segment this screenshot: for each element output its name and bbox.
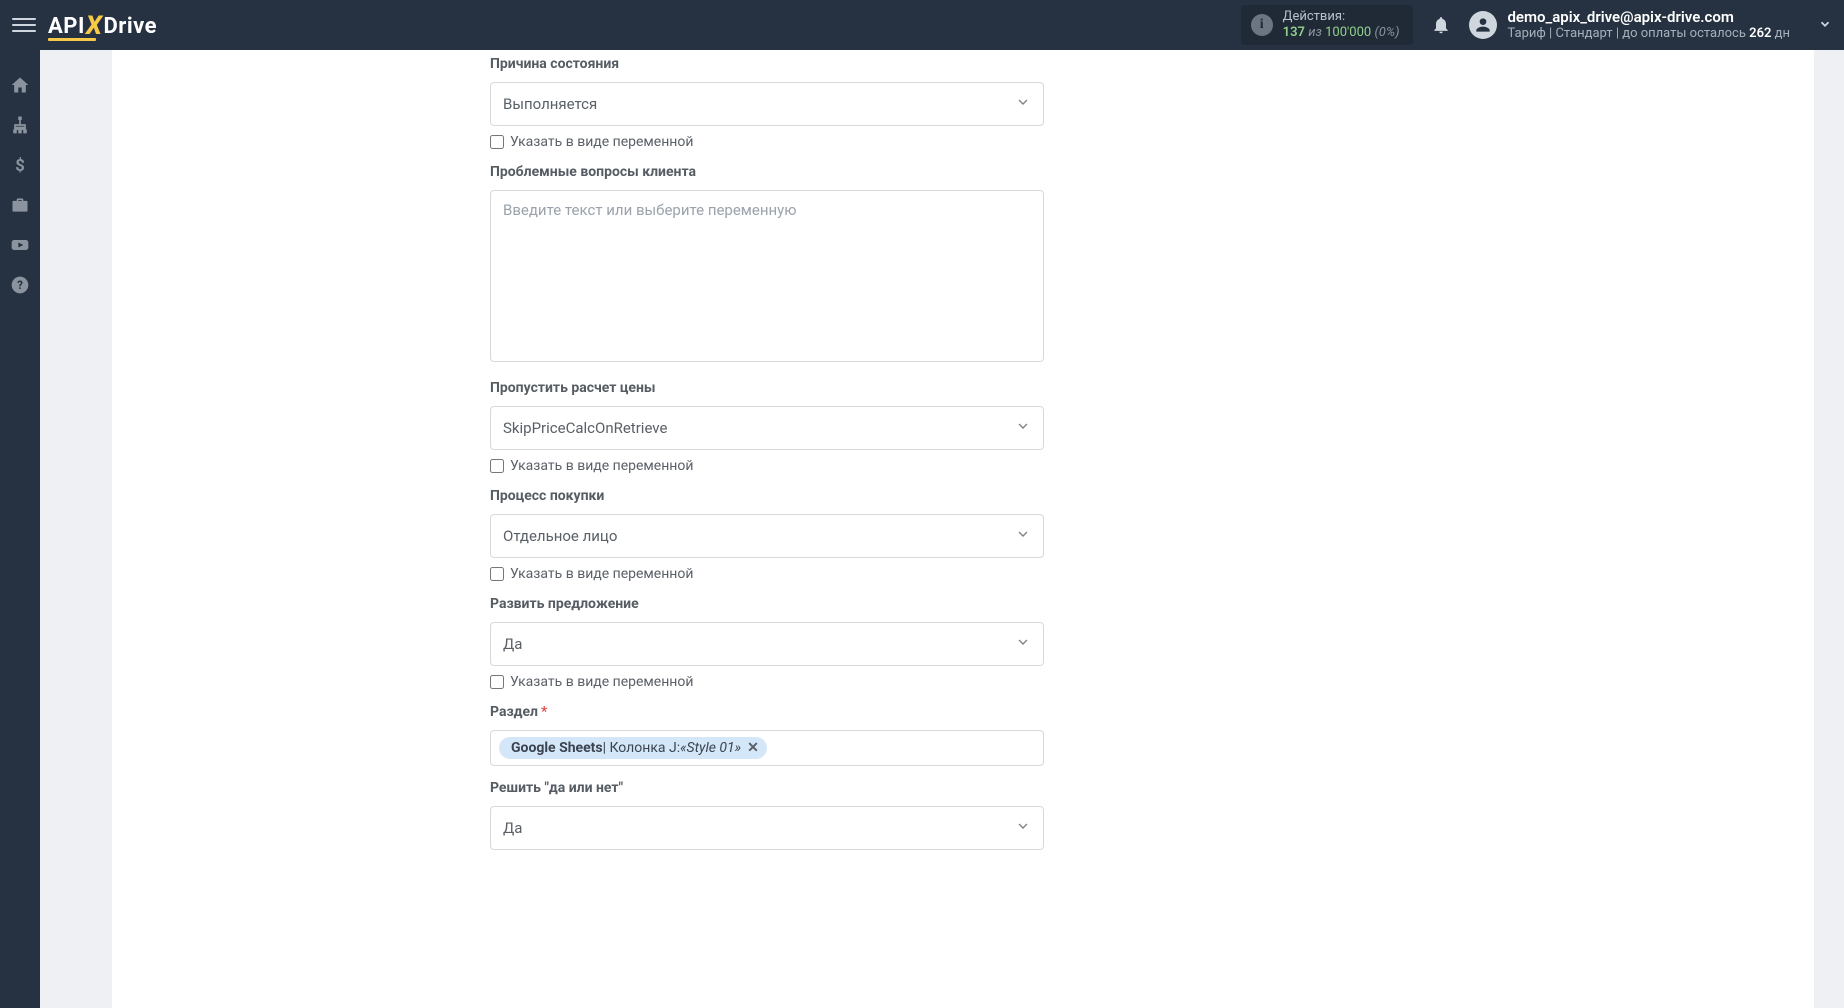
checkbox-input[interactable] [490,135,504,149]
field-label: Процесс покупки [490,488,1044,504]
logo[interactable]: API X Drive [48,10,157,40]
field-label: Раздел* [490,704,1044,720]
logo-underline [48,38,96,41]
field-state-reason: Причина состояния Выполняется Указать в … [490,56,1044,150]
sidebar-item-home[interactable] [9,74,31,96]
logo-part-drive: Drive [103,14,157,39]
select-decide-yes-no[interactable]: Да [490,806,1044,850]
chevron-down-icon [1015,418,1031,438]
header: API X Drive i Действия: 137 из 100'000 (… [0,0,1844,50]
chevron-down-icon [1015,526,1031,546]
sidebar: $ ? [0,50,40,1008]
required-indicator: * [541,704,547,720]
field-skip-price-calc: Пропустить расчет цены SkipPriceCalcOnRe… [490,380,1044,474]
select-value: Да [503,819,522,837]
checkbox-label: Указать в виде переменной [510,458,693,474]
notifications-button[interactable] [1431,15,1451,35]
chevron-down-icon [1818,16,1832,35]
tag-column: «Style 01» [680,740,741,756]
chevron-down-icon [1015,94,1031,114]
tag-input-section[interactable]: Google Sheets | Колонка J: «Style 01» ✕ [490,730,1044,766]
user-profile-menu[interactable]: demo_apix_drive@apix-drive.com Тариф | С… [1469,8,1832,43]
checkbox-as-variable[interactable]: Указать в виде переменной [490,134,1044,150]
info-icon: i [1251,14,1273,36]
select-state-reason[interactable]: Выполняется [490,82,1044,126]
sidebar-item-billing[interactable]: $ [9,154,31,176]
user-plan: Тариф | Стандарт | до оплаты осталось 26… [1507,26,1790,42]
select-value: Отдельное лицо [503,527,617,545]
logo-part-api: API [48,14,85,39]
select-skip-price-calc[interactable]: SkipPriceCalcOnRetrieve [490,406,1044,450]
checkbox-label: Указать в виде переменной [510,566,693,582]
field-label: Решить "да или нет" [490,780,1044,796]
field-client-issues: Проблемные вопросы клиента [490,164,1044,366]
tag-source: Google Sheets [511,740,603,756]
field-section: Раздел* Google Sheets | Колонка J: «Styl… [490,704,1044,766]
field-purchase-process: Процесс покупки Отдельное лицо Указать в… [490,488,1044,582]
field-label: Проблемные вопросы клиента [490,164,1044,180]
field-label: Развить предложение [490,596,1044,612]
menu-toggle-button[interactable] [12,13,36,37]
variable-tag: Google Sheets | Колонка J: «Style 01» ✕ [499,737,767,759]
field-label: Пропустить расчет цены [490,380,1044,396]
svg-text:$: $ [15,157,25,175]
avatar-icon [1469,11,1497,39]
page-body: Причина состояния Выполняется Указать в … [40,50,1844,1008]
checkbox-as-variable[interactable]: Указать в виде переменной [490,566,1044,582]
sidebar-item-help[interactable]: ? [9,274,31,296]
actions-counter[interactable]: i Действия: 137 из 100'000 (0%) [1241,5,1414,44]
select-value: Да [503,635,522,653]
checkbox-input[interactable] [490,567,504,581]
svg-text:?: ? [17,278,23,292]
chevron-down-icon [1015,634,1031,654]
actions-label: Действия: [1283,9,1400,25]
tag-separator: | Колонка J: [603,740,681,756]
checkbox-label: Указать в виде переменной [510,134,693,150]
field-decide-yes-no: Решить "да или нет" Да [490,780,1044,850]
checkbox-as-variable[interactable]: Указать в виде переменной [490,674,1044,690]
logo-part-x: X [86,11,103,41]
checkbox-input[interactable] [490,459,504,473]
select-value: SkipPriceCalcOnRetrieve [503,419,667,437]
field-develop-proposal: Развить предложение Да Указать в виде пе… [490,596,1044,690]
select-develop-proposal[interactable]: Да [490,622,1044,666]
tag-remove-button[interactable]: ✕ [747,740,759,756]
user-email: demo_apix_drive@apix-drive.com [1507,8,1790,27]
checkbox-input[interactable] [490,675,504,689]
sidebar-item-work[interactable] [9,194,31,216]
field-label: Причина состояния [490,56,1044,72]
form-panel: Причина состояния Выполняется Указать в … [112,50,1814,1008]
sidebar-item-connections[interactable] [9,114,31,136]
actions-values: 137 из 100'000 (0%) [1283,25,1400,41]
sidebar-item-videos[interactable] [9,234,31,256]
textarea-client-issues[interactable] [490,190,1044,362]
chevron-down-icon [1015,818,1031,838]
select-purchase-process[interactable]: Отдельное лицо [490,514,1044,558]
select-value: Выполняется [503,95,597,113]
checkbox-label: Указать в виде переменной [510,674,693,690]
checkbox-as-variable[interactable]: Указать в виде переменной [490,458,1044,474]
